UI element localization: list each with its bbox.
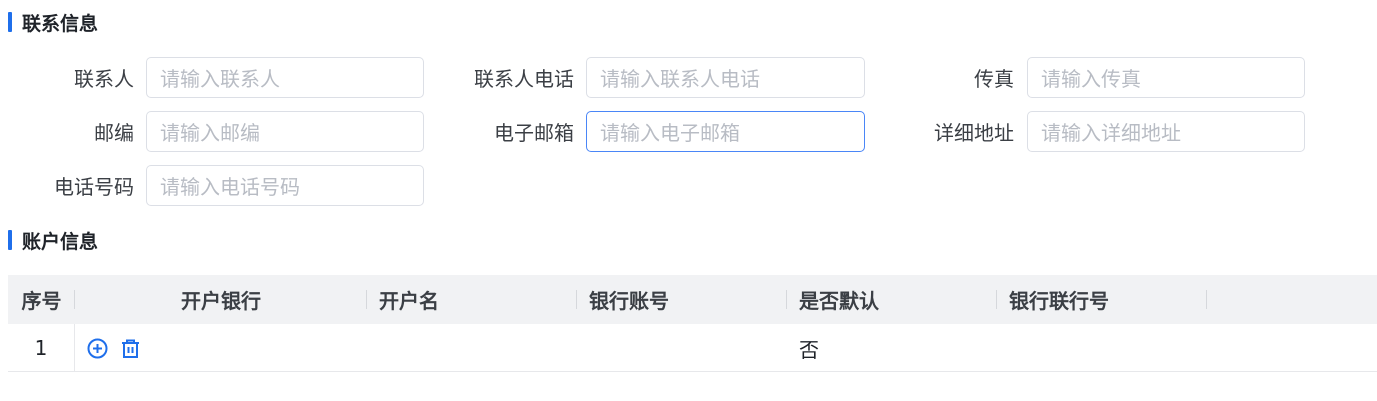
contact-phone-input[interactable]: 请输入联系人电话	[586, 56, 865, 98]
account-section-title: 账户信息	[8, 228, 99, 253]
row-branch-no	[997, 324, 1207, 372]
email-input[interactable]: 请输入电子邮箱	[586, 110, 865, 152]
row-account-no	[577, 324, 787, 372]
section-accent-bar	[8, 12, 12, 32]
fax-input[interactable]: 请输入传真	[1027, 56, 1305, 98]
row-is-default: 否	[799, 337, 819, 362]
field-label: 联系人	[74, 66, 134, 91]
field-phone: 电话号码 请输入电话号码	[0, 164, 430, 206]
phone-input[interactable]: 请输入电话号码	[146, 164, 424, 206]
address-input[interactable]: 请输入详细地址	[1027, 110, 1305, 152]
row-index: 1	[8, 324, 75, 372]
column-header-bank: 开户银行	[75, 275, 367, 324]
input-placeholder: 请输入联系人	[160, 66, 280, 91]
field-address: 详细地址 请输入详细地址	[881, 110, 1311, 152]
column-header-account-name: 开户名	[367, 275, 577, 324]
input-placeholder: 请输入联系人电话	[600, 66, 760, 91]
column-header-is-default: 是否默认	[787, 275, 997, 324]
row-account-name	[367, 324, 577, 372]
section-accent-bar	[8, 230, 12, 250]
column-header-index: 序号	[8, 275, 75, 324]
field-postcode: 邮编 请输入邮编	[0, 110, 430, 152]
row-spacer	[1207, 324, 1377, 372]
column-header-branch-no: 银行联行号	[997, 275, 1207, 324]
contact-section-title: 联系信息	[8, 10, 99, 35]
add-circle-icon[interactable]	[86, 337, 108, 359]
field-label: 电话号码	[54, 174, 134, 199]
column-header-spacer	[1207, 275, 1377, 324]
section-title-text: 联系信息	[22, 12, 99, 35]
input-placeholder: 请输入电话号码	[160, 174, 300, 199]
postcode-input[interactable]: 请输入邮编	[146, 110, 424, 152]
trash-icon[interactable]	[119, 337, 141, 359]
input-placeholder: 请输入邮编	[160, 120, 260, 145]
row-actions	[75, 337, 141, 359]
field-contact-phone: 联系人电话 请输入联系人电话	[440, 56, 870, 98]
field-label: 联系人电话	[474, 66, 574, 91]
field-contact: 联系人 请输入联系人	[0, 56, 430, 98]
field-label: 详细地址	[934, 120, 1014, 145]
input-placeholder: 请输入传真	[1041, 66, 1141, 91]
field-label: 电子邮箱	[494, 120, 574, 145]
field-label: 邮编	[94, 120, 134, 145]
table-header: 序号 开户银行 开户名 银行账号 是否默认 银行联行号	[8, 275, 1377, 324]
input-placeholder: 请输入电子邮箱	[600, 120, 740, 145]
input-placeholder: 请输入详细地址	[1041, 120, 1181, 145]
account-table: 序号 开户银行 开户名 银行账号 是否默认 银行联行号 1 否	[8, 275, 1377, 372]
contact-input[interactable]: 请输入联系人	[146, 56, 424, 98]
section-title-text: 账户信息	[22, 230, 99, 253]
field-email: 电子邮箱 请输入电子邮箱	[440, 110, 870, 152]
field-fax: 传真 请输入传真	[881, 56, 1311, 98]
table-row: 1 否	[8, 324, 1377, 372]
field-label: 传真	[974, 66, 1014, 91]
column-header-account-no: 银行账号	[577, 275, 787, 324]
row-bank-cell	[75, 324, 367, 372]
